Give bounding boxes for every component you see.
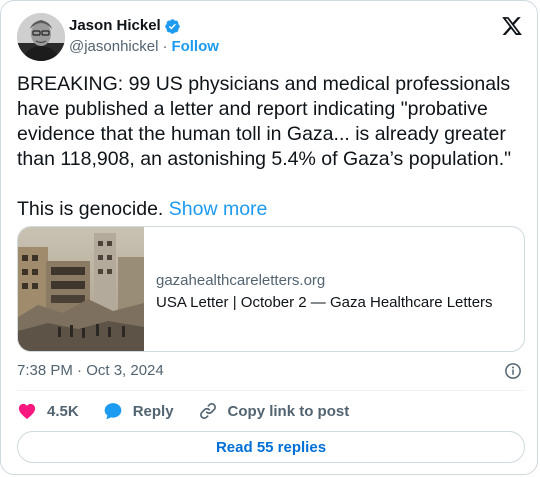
verified-badge-icon xyxy=(164,18,181,35)
author-name[interactable]: Jason Hickel xyxy=(69,17,161,35)
tweet-embed-card: Jason Hickel @jasonhickel · Follow BREAK… xyxy=(0,0,538,475)
reply-label: Reply xyxy=(132,402,174,420)
tweet-header: Jason Hickel @jasonhickel · Follow xyxy=(17,13,525,61)
like-button[interactable]: 4.5K xyxy=(17,401,79,421)
link-title: USA Letter | October 2 — Gaza Healthcare… xyxy=(156,294,493,311)
tweet-actions: 4.5K Reply Copy link to post xyxy=(17,399,373,423)
info-icon[interactable] xyxy=(504,362,522,380)
author-name-row: Jason Hickel xyxy=(69,17,181,35)
author-handle-row: @jasonhickel · Follow xyxy=(69,37,219,57)
reply-button[interactable]: Reply xyxy=(103,401,174,421)
tweet-text-main: BREAKING: 99 US physicians and medical p… xyxy=(17,73,516,170)
avatar[interactable] xyxy=(17,13,65,61)
author-handle[interactable]: @jasonhickel xyxy=(69,37,158,57)
follow-button[interactable]: Follow xyxy=(171,37,219,57)
heart-icon xyxy=(18,403,36,419)
show-more-link[interactable]: Show more xyxy=(169,198,268,220)
copy-link-button[interactable]: Copy link to post xyxy=(198,401,350,421)
copy-link-label: Copy link to post xyxy=(227,402,350,420)
like-count: 4.5K xyxy=(47,402,79,420)
tweet-timestamp[interactable]: 7:38 PM · Oct 3, 2024 xyxy=(17,361,164,381)
link-preview-image xyxy=(18,227,144,351)
divider xyxy=(17,390,525,391)
read-replies-button[interactable]: Read 55 replies xyxy=(17,431,525,463)
tweet-text-closing: This is genocide. xyxy=(17,198,164,220)
x-logo-icon[interactable] xyxy=(501,15,523,37)
link-preview-meta: gazahealthcareletters.org USA Letter | O… xyxy=(156,271,493,313)
tweet-text: BREAKING: 99 US physicians and medical p… xyxy=(17,72,525,222)
link-icon xyxy=(199,403,216,419)
link-domain: gazahealthcareletters.org xyxy=(156,272,326,289)
reply-bubble-icon xyxy=(104,403,122,420)
link-preview-card[interactable]: gazahealthcareletters.org USA Letter | O… xyxy=(17,226,525,352)
separator-dot: · xyxy=(162,38,168,55)
